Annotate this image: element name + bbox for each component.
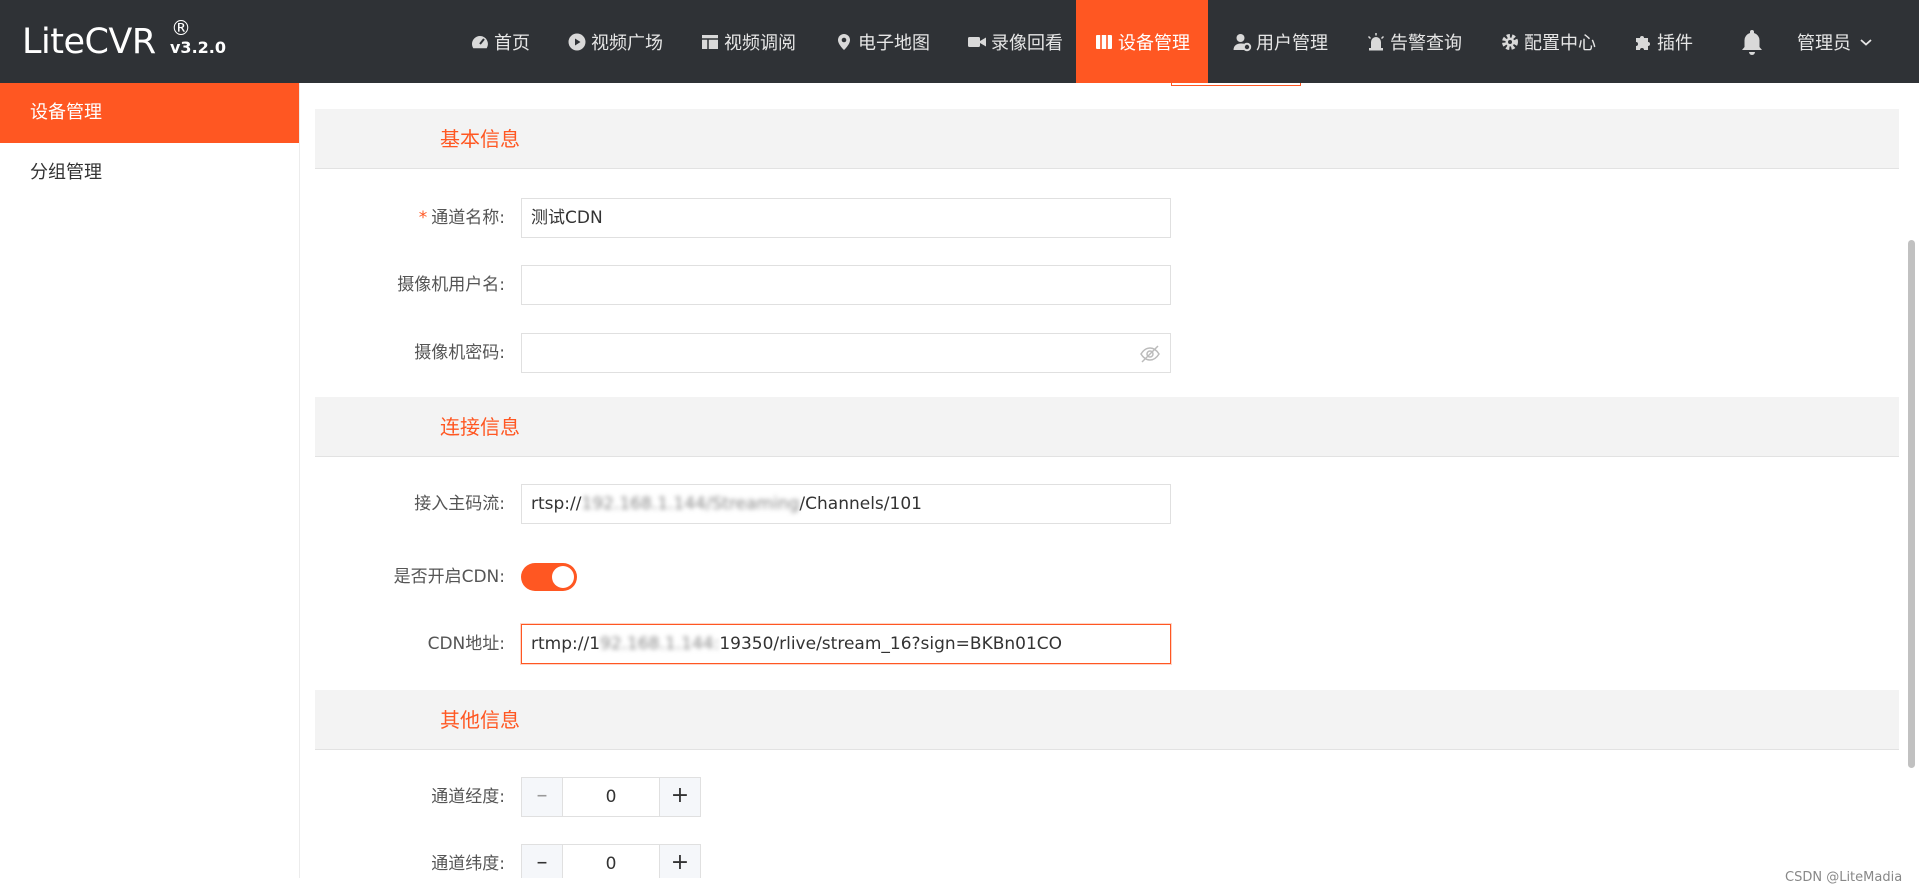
user-name: 管理员 (1797, 32, 1851, 54)
channel-name-label-text: 通道名称: (431, 208, 505, 228)
cdn-toggle-label: 是否开启CDN: (393, 567, 505, 587)
nav-user-management[interactable]: 用户管理 (1220, 0, 1340, 83)
camera-password-label: 摄像机密码: (414, 343, 505, 363)
cdn-address-masked: 92.168.1.144: (600, 634, 720, 654)
nav-label-device-management: 设备管理 (1118, 32, 1190, 54)
nav-home[interactable]: 首页 (459, 0, 541, 83)
nav-label-video-square: 视频广场 (591, 32, 663, 54)
nav-video-square[interactable]: 视频广场 (555, 0, 675, 83)
user-gear-icon (1233, 33, 1252, 51)
sidebar: 设备管理 分组管理 (0, 83, 300, 894)
channel-name-input[interactable]: 测试CDN (521, 198, 1171, 238)
app-version: v3.2.0 (170, 38, 226, 57)
cdn-address-prefix: rtmp://1 (531, 634, 601, 654)
longitude-increment-button[interactable]: + (659, 778, 700, 816)
cdn-address-input[interactable]: rtmp://192.168.1.144:19350/rlive/stream_… (521, 624, 1171, 664)
nav-video-review[interactable]: 视频调阅 (688, 0, 808, 83)
map-pin-icon (838, 33, 850, 50)
section-title-connection: 连接信息 (440, 415, 520, 439)
layout-icon (702, 34, 718, 49)
nav-plugins[interactable]: 插件 (1618, 0, 1708, 83)
longitude-value-input[interactable]: 0 (563, 778, 659, 816)
previous-button-edge (1171, 83, 1301, 86)
main-stream-prefix: rtsp:// (531, 494, 582, 514)
section-title-basic: 基本信息 (440, 127, 520, 151)
main-stream-label: 接入主码流: (414, 494, 505, 514)
channel-name-label: * 通道名称: (315, 198, 505, 238)
device-icon (1096, 34, 1112, 49)
play-circle-icon (568, 33, 586, 50)
section-title-other: 其他信息 (440, 708, 520, 732)
cdn-toggle-switch[interactable] (521, 563, 577, 591)
chevron-down-icon (1860, 38, 1872, 46)
nav-alarm-query[interactable]: 告警查询 (1354, 0, 1474, 83)
section-header-basic: 基本信息 (315, 109, 1899, 169)
user-menu[interactable]: 管理员 (1797, 0, 1873, 83)
nav-device-management[interactable]: 设备管理 (1076, 0, 1208, 83)
alarm-icon (1367, 32, 1385, 50)
longitude-stepper: – 0 + (521, 777, 701, 817)
puzzle-icon (1636, 35, 1650, 50)
scrollbar-thumb[interactable] (1908, 240, 1915, 768)
nav-label-home: 首页 (494, 32, 530, 54)
dashboard-icon (472, 35, 488, 48)
sidebar-item-device-management[interactable]: 设备管理 (0, 83, 299, 143)
longitude-decrement-button[interactable]: – (522, 778, 563, 816)
window-bottom-edge (0, 878, 1919, 894)
required-mark: * (418, 208, 428, 228)
watermark-text: CSDN @LiteMadia (1785, 870, 1903, 885)
top-navigation-bar: LiteCVR ® v3.2.0 首页 视频广场 视频调阅 电子地图 录像回看 … (0, 0, 1919, 83)
nav-label-e-map: 电子地图 (858, 32, 930, 54)
longitude-label: 通道经度: (431, 787, 505, 807)
nav-label-playback: 录像回看 (991, 32, 1063, 54)
section-header-other: 其他信息 (315, 690, 1899, 750)
main-stream-suffix: /Channels/101 (799, 494, 922, 514)
nav-label-alarm-query: 告警查询 (1390, 32, 1462, 54)
camera-username-label: 摄像机用户名: (397, 275, 505, 295)
section-header-connection: 连接信息 (315, 397, 1899, 457)
camera-password-input[interactable] (521, 333, 1171, 373)
gear-icon (1502, 33, 1518, 50)
cdn-address-suffix: 19350/rlive/stream_16?sign=BKBn01CO (719, 634, 1063, 654)
video-camera-icon (968, 36, 986, 47)
bell-icon[interactable] (1737, 27, 1767, 57)
sidebar-item-group-management[interactable]: 分组管理 (0, 143, 299, 203)
nav-label-plugins: 插件 (1657, 32, 1693, 54)
app-name: LiteCVR (22, 22, 156, 62)
nav-config-center[interactable]: 配置中心 (1488, 0, 1608, 83)
nav-playback[interactable]: 录像回看 (955, 0, 1075, 83)
nav-label-user-management: 用户管理 (1256, 32, 1328, 54)
nav-label-config-center: 配置中心 (1524, 32, 1596, 54)
registered-mark: ® (171, 16, 191, 40)
app-logo[interactable]: LiteCVR ® v3.2.0 (22, 16, 226, 62)
toggle-knob (552, 566, 574, 588)
eye-off-icon[interactable] (1139, 343, 1161, 365)
nav-label-video-review: 视频调阅 (724, 32, 796, 54)
main-stream-masked: 192.168.1.144/Streaming (581, 494, 800, 514)
main-stream-input[interactable]: rtsp://192.168.1.144/Streaming/Channels/… (521, 484, 1171, 524)
camera-username-input[interactable] (521, 265, 1171, 305)
cdn-address-label: CDN地址: (427, 634, 505, 654)
nav-e-map[interactable]: 电子地图 (822, 0, 942, 83)
